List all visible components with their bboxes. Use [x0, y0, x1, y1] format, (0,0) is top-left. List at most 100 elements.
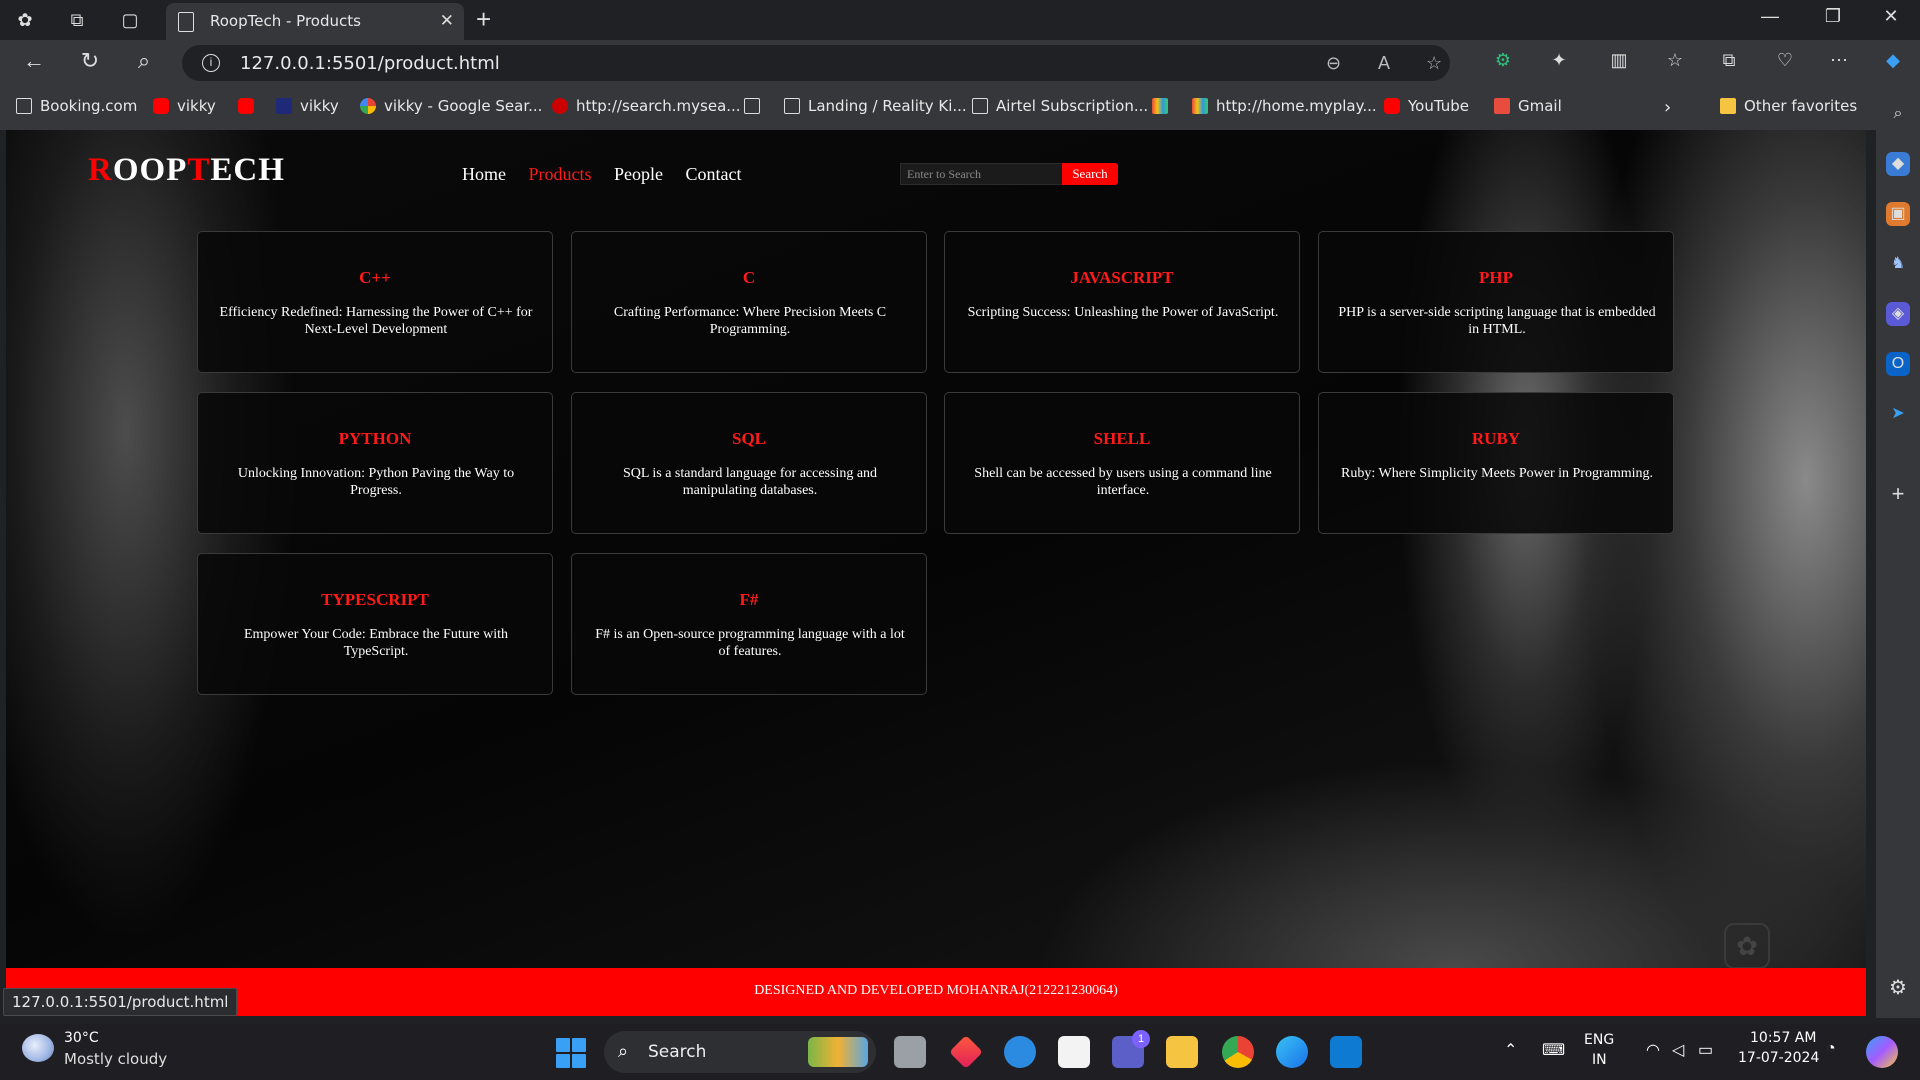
chrome-icon[interactable]	[1222, 1036, 1254, 1068]
collections-icon[interactable]: ⧉	[1714, 50, 1744, 71]
product-card-php[interactable]: PHP PHP is a server-side scripting langu…	[1318, 231, 1674, 373]
telegram-icon[interactable]: ➤	[1886, 402, 1910, 426]
product-title: RUBY	[1471, 429, 1521, 448]
weather-cloud-icon[interactable]	[22, 1034, 54, 1062]
battery-icon[interactable]: ▭	[1698, 1040, 1713, 1060]
windows-start-icon[interactable]	[556, 1038, 586, 1068]
region-indicator[interactable]: IN	[1592, 1052, 1607, 1068]
clock-date[interactable]: 17-07-2024	[1738, 1050, 1819, 1066]
bookmark-item[interactable]	[744, 97, 768, 115]
bookmark-item[interactable]	[1152, 97, 1176, 115]
product-description: Efficiency Redefined: Harnessing the Pow…	[219, 305, 533, 337]
product-card-cpp[interactable]: C++ Efficiency Redefined: Harnessing the…	[197, 231, 553, 373]
extensions-icon[interactable]: ✦	[1544, 50, 1574, 71]
site-info-icon[interactable]: i	[202, 54, 220, 72]
tools-icon[interactable]: ▣	[1886, 202, 1910, 226]
bookmark-item[interactable]: vikky - Google Sear...	[360, 97, 542, 115]
new-tab-icon[interactable]: +	[476, 4, 491, 35]
bookmark-item[interactable]: http://search.mysea...	[552, 97, 741, 115]
product-card-fsharp[interactable]: F# F# is an Open-source programming lang…	[571, 553, 927, 695]
copilot-icon[interactable]: ◆	[1878, 50, 1908, 71]
app-red-diamond-icon[interactable]	[949, 1035, 983, 1069]
split-screen-icon[interactable]: ▥	[1604, 50, 1634, 71]
favorite-star-icon[interactable]: ☆	[1426, 53, 1442, 74]
clock-time[interactable]: 10:57 AM	[1750, 1030, 1816, 1046]
refresh-icon[interactable]: ↻	[72, 48, 108, 74]
zoom-icon[interactable]: ⊖	[1326, 53, 1341, 74]
weather-description[interactable]: Mostly cloudy	[64, 1050, 167, 1068]
tab-actions-icon[interactable]: ▢	[115, 6, 145, 34]
bookmark-item[interactable]: Booking.com	[16, 97, 137, 115]
settings-gear-icon[interactable]: ⚙	[1886, 976, 1910, 1000]
close-tab-icon[interactable]: ✕	[440, 11, 454, 31]
favorites-icon[interactable]: ☆	[1660, 50, 1690, 71]
close-window-icon[interactable]: ✕	[1868, 6, 1914, 27]
read-aloud-icon[interactable]: A	[1378, 53, 1390, 74]
nav-contact[interactable]: Contact	[686, 164, 742, 184]
taskbar-search[interactable]: ⌕ Search	[604, 1031, 876, 1073]
outlook-icon[interactable]: O	[1886, 352, 1910, 376]
bookmark-item[interactable]: http://home.myplay...	[1192, 97, 1377, 115]
vscode-icon[interactable]	[1330, 1036, 1362, 1068]
product-card-shell[interactable]: SHELL Shell can be accessed by users usi…	[944, 392, 1300, 534]
games-icon[interactable]: ♞	[1886, 252, 1910, 276]
product-card-javascript[interactable]: JAVASCRIPT Scripting Success: Unleashing…	[944, 231, 1300, 373]
product-description: Crafting Performance: Where Precision Me…	[613, 305, 887, 337]
shopping-tag-icon[interactable]: ◆	[1886, 152, 1910, 176]
task-view-icon[interactable]	[894, 1036, 926, 1068]
bookmark-item[interactable]	[238, 97, 262, 115]
product-card-python[interactable]: PYTHON Unlocking Innovation: Python Pavi…	[197, 392, 553, 534]
product-description: F# is an Open-source programming languag…	[595, 627, 905, 659]
product-card-sql[interactable]: SQL SQL is a standard language for acces…	[571, 392, 927, 534]
wifi-icon[interactable]: ◠	[1646, 1040, 1660, 1060]
weather-temperature[interactable]: 30°C	[64, 1030, 99, 1046]
product-card-ruby[interactable]: RUBY Ruby: Where Simplicity Meets Power …	[1318, 392, 1674, 534]
chevron-right-icon[interactable]: ›	[1664, 97, 1671, 118]
minimize-icon[interactable]: —	[1747, 6, 1793, 27]
gpt-extension-watermark-icon[interactable]: ✿	[1724, 923, 1770, 969]
copilot-taskbar-icon[interactable]	[1866, 1036, 1898, 1068]
microsoft-store-icon[interactable]	[1058, 1036, 1090, 1068]
address-bar[interactable]: i 127.0.0.1:5501/product.html ⊖ A ☆	[182, 45, 1450, 81]
taskbar-search-label: Search	[648, 1042, 707, 1062]
bookmark-item[interactable]: vikky	[153, 97, 216, 115]
search-icon[interactable]: ⌕	[1886, 102, 1910, 126]
search-button[interactable]: Search	[1062, 163, 1118, 185]
product-card-c[interactable]: C Crafting Performance: Where Precision …	[571, 231, 927, 373]
status-bar-url: 127.0.0.1:5501/product.html	[3, 988, 238, 1016]
other-favorites[interactable]: Other favorites	[1720, 97, 1857, 115]
restore-icon[interactable]: ❐	[1810, 6, 1856, 27]
keyboard-icon[interactable]: ⌨	[1542, 1040, 1565, 1060]
browser-essentials-icon[interactable]: ♡	[1770, 50, 1800, 71]
volume-icon[interactable]: ◁	[1672, 1040, 1684, 1060]
search-icon[interactable]: ⌕	[126, 48, 162, 74]
search-input[interactable]: Enter to Search	[900, 163, 1064, 185]
profile-avatar-icon[interactable]: ✿	[10, 6, 40, 34]
address-url[interactable]: 127.0.0.1:5501/product.html	[240, 53, 500, 74]
bookmark-item[interactable]: YouTube	[1384, 97, 1469, 115]
bookmark-item[interactable]: Gmail	[1494, 97, 1562, 115]
back-arrow-icon[interactable]: ←	[16, 48, 52, 74]
extension-gpt-icon[interactable]: ⚙	[1488, 50, 1518, 71]
edge-icon[interactable]	[1276, 1036, 1308, 1068]
add-icon[interactable]: +	[1886, 482, 1910, 506]
product-card-typescript[interactable]: TYPESCRIPT Empower Your Code: Embrace th…	[197, 553, 553, 695]
bookmark-item[interactable]: Airtel Subscription...	[972, 97, 1148, 115]
chevron-up-icon[interactable]: ⌃	[1504, 1040, 1517, 1060]
bookmark-item[interactable]: vikky	[276, 97, 339, 115]
nav-products[interactable]: Products	[529, 164, 592, 184]
tab-active[interactable]: RoopTech - Products ✕	[166, 3, 464, 40]
notification-bell-icon[interactable]: ◔	[1826, 1040, 1836, 1058]
workspaces-icon[interactable]: ⧉	[62, 6, 92, 34]
more-menu-icon[interactable]: ⋯	[1824, 50, 1854, 71]
nav-people[interactable]: People	[614, 164, 663, 184]
file-explorer-icon[interactable]	[1166, 1036, 1198, 1068]
app-blue-circle-icon[interactable]	[1004, 1036, 1036, 1068]
copilot-designer-icon[interactable]: ◈	[1886, 302, 1910, 326]
site-logo[interactable]: ROOPTECH	[88, 152, 285, 189]
language-indicator[interactable]: ENG	[1584, 1032, 1614, 1048]
product-title: C	[742, 268, 756, 287]
nav-home[interactable]: Home	[462, 164, 506, 184]
bookmark-item[interactable]: Landing / Reality Ki...	[784, 97, 967, 115]
page-icon	[744, 98, 760, 114]
